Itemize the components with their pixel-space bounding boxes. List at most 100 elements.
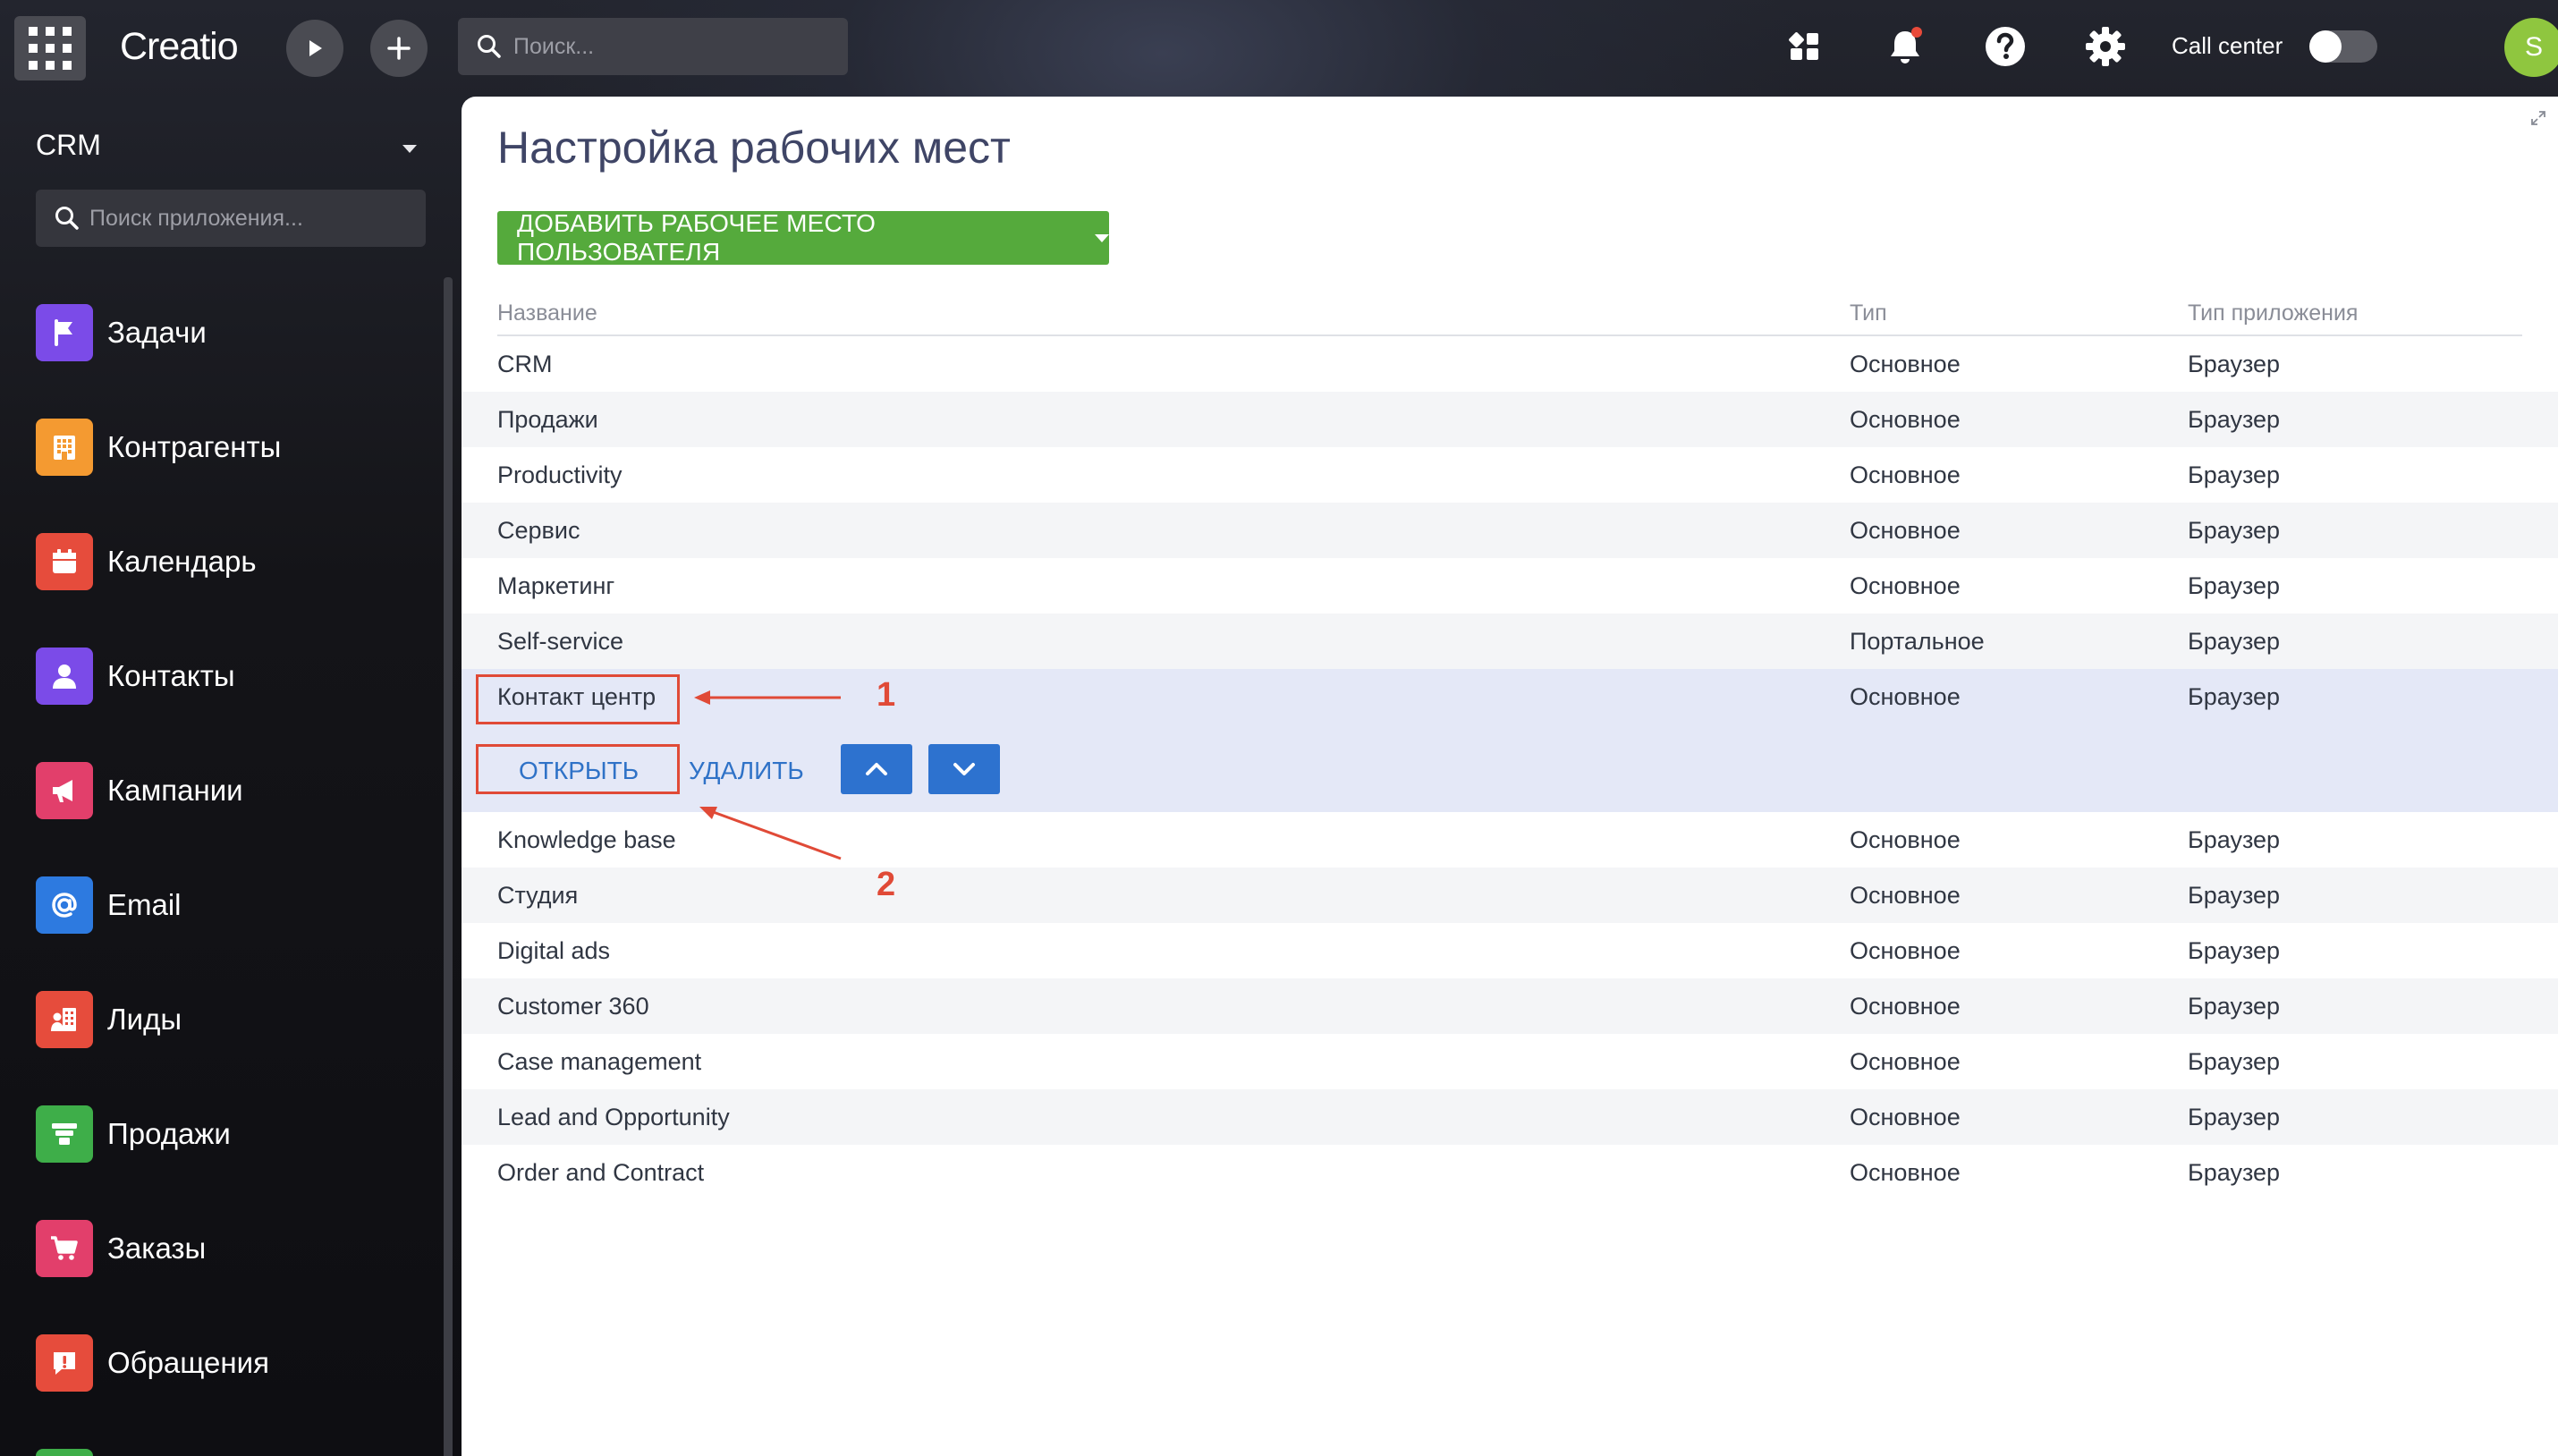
table-row[interactable]: CRM Основное Браузер (462, 336, 2558, 392)
move-down-button[interactable] (928, 744, 1000, 794)
cell-name: Контакт центр (497, 683, 656, 710)
sidebar-item-accounts[interactable]: Контрагенты (36, 419, 281, 476)
sidebar-item-contacts[interactable]: Контакты (36, 648, 235, 705)
search-icon (55, 207, 79, 230)
chevron-down-icon[interactable] (402, 145, 417, 153)
building-icon (36, 419, 93, 476)
call-center-label: Call center (2172, 32, 2283, 59)
cell-name: Self-service (497, 628, 624, 655)
person-icon (36, 648, 93, 705)
open-button[interactable]: ОТКРЫТЬ (519, 753, 639, 789)
cell-name: Productivity (497, 461, 623, 488)
cell-name: Knowledge base (497, 826, 676, 853)
sidebar-item-label: Продажи (107, 1117, 231, 1150)
megaphone-icon (36, 762, 93, 819)
move-up-button[interactable] (841, 744, 912, 794)
sidebar-item-orders[interactable]: Заказы (36, 1220, 206, 1277)
cell-type: Основное (1850, 406, 1961, 433)
cell-name: Order and Contract (497, 1159, 705, 1186)
top-bar: Creatio Поиск... Call center S (0, 0, 2558, 93)
column-header-type[interactable]: Тип (1850, 297, 1887, 329)
workplace-list: CRM Основное Браузер Продажи Основное Бр… (462, 336, 2558, 1200)
add-button[interactable] (370, 20, 428, 77)
at-icon (36, 876, 93, 934)
sidebar-item-more[interactable] (36, 1449, 93, 1456)
run-process-button[interactable] (286, 20, 343, 77)
cell-app-type: Браузер (2188, 1048, 2281, 1075)
table-row[interactable]: Customer 360 Основное Браузер (462, 978, 2558, 1034)
cell-app-type: Браузер (2188, 628, 2281, 655)
add-workplace-label: ДОБАВИТЬ РАБОЧЕЕ МЕСТО ПОЛЬЗОВАТЕЛЯ (517, 209, 877, 266)
cell-type: Основное (1850, 993, 1961, 1020)
apps-grid-button[interactable] (14, 16, 86, 80)
add-workplace-button[interactable]: ДОБАВИТЬ РАБОЧЕЕ МЕСТО ПОЛЬЗОВАТЕЛЯ (497, 209, 1109, 266)
cell-type: Основное (1850, 1159, 1961, 1186)
workplace-title[interactable]: CRM (36, 125, 101, 165)
alert-icon (36, 1334, 93, 1392)
toggle-knob (2309, 30, 2342, 63)
cell-app-type: Браузер (2188, 1159, 2281, 1186)
cell-name: Customer 360 (497, 993, 649, 1020)
cell-type: Портальное (1850, 628, 1985, 655)
cell-name: Маркетинг (497, 572, 615, 599)
help-button[interactable] (1977, 18, 2034, 75)
expand-icon[interactable] (2529, 109, 2547, 131)
widgets-button[interactable] (1776, 18, 1834, 75)
creatio-logo: Creatio (120, 25, 239, 68)
sidebar-item-sales[interactable]: Продажи (36, 1105, 231, 1163)
annotation-number-2: 2 (877, 866, 896, 903)
column-header-app-type[interactable]: Тип приложения (2188, 297, 2358, 329)
leads-icon (36, 991, 93, 1048)
funnel-icon (36, 1105, 93, 1163)
table-row[interactable]: Студия Основное Браузер (462, 868, 2558, 923)
table-row[interactable]: Order and Contract Основное Браузер (462, 1145, 2558, 1200)
app-icon (36, 1449, 93, 1456)
call-center-toggle[interactable] (2309, 30, 2377, 63)
sidebar-item-calendar[interactable]: Календарь (36, 533, 257, 590)
notifications-button[interactable] (1876, 18, 1934, 75)
help-icon (1986, 27, 2025, 66)
cell-type: Основное (1850, 461, 1961, 488)
table-row[interactable]: Сервис Основное Браузер (462, 503, 2558, 558)
cell-name: Студия (497, 882, 579, 909)
sidebar-item-leads[interactable]: Лиды (36, 991, 182, 1048)
cell-name: CRM (497, 351, 553, 377)
chevron-up-icon (866, 763, 887, 775)
cell-app-type: Браузер (2188, 882, 2281, 909)
sidebar-item-tasks[interactable]: Задачи (36, 304, 207, 361)
cell-name: Сервис (497, 517, 580, 544)
sidebar-scrollbar[interactable] (444, 277, 453, 1456)
table-row[interactable]: Lead and Opportunity Основное Браузер (462, 1089, 2558, 1145)
sidebar-item-label: Контрагенты (107, 430, 282, 463)
cell-name: Продажи (497, 406, 598, 433)
cell-type: Основное (1850, 826, 1961, 853)
play-icon (309, 40, 322, 56)
table-row[interactable]: Digital ads Основное Браузер (462, 923, 2558, 978)
global-search[interactable]: Поиск... (458, 18, 848, 75)
app-search-placeholder: Поиск приложения... (89, 205, 303, 231)
cell-type: Основное (1850, 683, 1961, 710)
column-header-name[interactable]: Название (497, 297, 597, 329)
table-row[interactable]: Case management Основное Браузер (462, 1034, 2558, 1089)
table-row-selected[interactable]: Контакт центр Основное Браузер ОТКРЫТЬ У… (462, 669, 2558, 812)
settings-button[interactable] (2077, 18, 2134, 75)
table-row[interactable]: Self-service Портальное Браузер (462, 614, 2558, 669)
cell-app-type: Браузер (2188, 1104, 2281, 1130)
table-row[interactable]: Knowledge base Основное Браузер (462, 812, 2558, 868)
sidebar-item-cases[interactable]: Обращения (36, 1334, 269, 1392)
cell-type: Основное (1850, 517, 1961, 544)
delete-button[interactable]: УДАЛИТЬ (689, 753, 804, 789)
cart-icon (36, 1220, 93, 1277)
table-row[interactable]: Продажи Основное Браузер (462, 392, 2558, 447)
cell-type: Основное (1850, 351, 1961, 377)
table-row[interactable]: Маркетинг Основное Браузер (462, 558, 2558, 614)
table-row[interactable]: Productivity Основное Браузер (462, 447, 2558, 503)
gear-icon (2086, 27, 2125, 66)
sidebar-item-email[interactable]: Email (36, 876, 182, 934)
search-placeholder: Поиск... (513, 33, 595, 59)
app-search-input[interactable]: Поиск приложения... (36, 190, 426, 247)
sidebar-item-campaigns[interactable]: Кампании (36, 762, 243, 819)
user-avatar[interactable]: S (2504, 18, 2558, 77)
grid-header: Название Тип Тип приложения (497, 292, 2522, 336)
bell-icon (1891, 27, 1922, 63)
